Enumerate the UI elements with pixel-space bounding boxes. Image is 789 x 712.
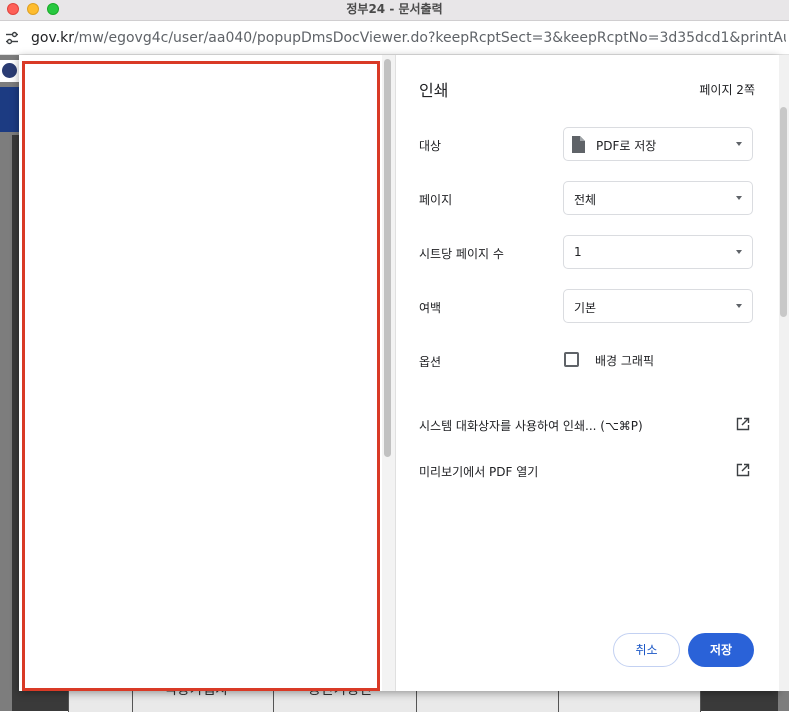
url-host: gov.kr [31, 30, 74, 46]
pages-select[interactable]: 전체 [563, 181, 753, 215]
pages-value: 전체 [574, 193, 597, 207]
pages-per-sheet-select[interactable]: 1 [563, 235, 753, 269]
print-dialog-title: 인쇄 [419, 81, 449, 100]
chevron-down-icon [736, 142, 742, 146]
print-settings-panel: 인쇄 페이지 2쪽 대상 PDF로 저장 페이지 전체 시트당 페이지 수 1 … [396, 55, 779, 691]
open-pdf-in-preview-link[interactable]: 미리보기에서 PDF 열기 [419, 463, 538, 480]
pages-per-sheet-value: 1 [574, 245, 582, 259]
options-label: 옵션 [419, 355, 442, 369]
address-bar: gov.kr/mw/egovg4c/user/aa040/popupDmsDoc… [0, 21, 789, 55]
url-path: /mw/egovg4c/user/aa040/popupDmsDocViewer… [73, 30, 786, 46]
cancel-button[interactable]: 취소 [613, 633, 680, 667]
print-preview-pane[interactable] [19, 55, 395, 691]
pdf-document-icon [572, 136, 585, 153]
print-dialog: 인쇄 페이지 2쪽 대상 PDF로 저장 페이지 전체 시트당 페이지 수 1 … [19, 55, 779, 691]
window-titlebar: 정부24 - 문서출력 [0, 0, 789, 21]
background-graphics-checkbox[interactable] [564, 352, 579, 367]
print-preview-page [22, 61, 380, 691]
preview-scrollbar-thumb[interactable] [384, 59, 391, 457]
open-external-icon[interactable] [736, 463, 750, 477]
chevron-down-icon [736, 250, 742, 254]
margins-value: 기본 [574, 301, 597, 315]
save-button[interactable]: 저장 [688, 633, 754, 667]
system-dialog-link[interactable]: 시스템 대화상자를 사용하여 인쇄... (⌥⌘P) [419, 417, 643, 434]
window-title: 정부24 - 문서출력 [346, 2, 443, 16]
site-settings-icon[interactable] [4, 30, 20, 46]
page-count: 페이지 2쪽 [699, 83, 755, 97]
destination-value: PDF로 저장 [596, 139, 657, 153]
pages-label: 페이지 [419, 193, 453, 207]
chevron-down-icon [736, 196, 742, 200]
margins-label: 여백 [419, 301, 442, 315]
destination-label: 대상 [419, 139, 442, 153]
pages-per-sheet-label: 시트당 페이지 수 [419, 247, 504, 261]
page-scrollbar-thumb[interactable] [780, 107, 787, 317]
site-logo [0, 60, 20, 82]
preview-scrollbar[interactable] [382, 55, 396, 691]
url-field[interactable]: gov.kr/mw/egovg4c/user/aa040/popupDmsDoc… [31, 29, 786, 47]
open-external-icon[interactable] [736, 417, 750, 431]
page-scrollbar[interactable] [779, 55, 789, 691]
background-graphics-label[interactable]: 배경 그래픽 [595, 352, 654, 369]
destination-select[interactable]: PDF로 저장 [563, 127, 753, 161]
margins-select[interactable]: 기본 [563, 289, 753, 323]
chevron-down-icon [736, 304, 742, 308]
